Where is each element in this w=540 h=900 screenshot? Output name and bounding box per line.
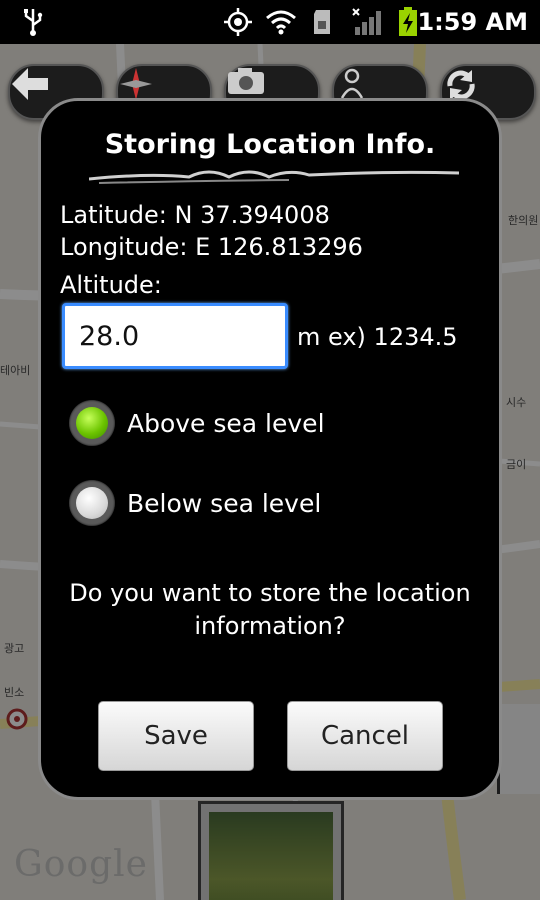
signal-icon bbox=[350, 6, 384, 38]
clock: 1:59 AM bbox=[417, 8, 528, 36]
store-location-dialog: Storing Location Info. Latitude: N 37.39… bbox=[38, 98, 502, 800]
cancel-button[interactable]: Cancel bbox=[287, 701, 443, 771]
radio-below-label: Below sea level bbox=[127, 488, 322, 518]
status-bar: 1:59 AM bbox=[0, 0, 540, 44]
longitude-text: Longitude: E 126.813296 bbox=[60, 233, 363, 261]
radio-selected-icon[interactable] bbox=[69, 400, 115, 446]
radio-above-label: Above sea level bbox=[127, 408, 325, 438]
dialog-title: Storing Location Info. bbox=[104, 129, 436, 160]
wifi-icon bbox=[264, 6, 298, 38]
battery-charging-icon bbox=[396, 6, 420, 38]
radio-above-sea-level[interactable]: Above sea level bbox=[69, 397, 325, 449]
altitude-label: Altitude: bbox=[60, 271, 162, 299]
title-swoosh-decoration bbox=[88, 163, 460, 191]
sdcard-icon bbox=[310, 6, 334, 38]
gps-icon bbox=[222, 6, 254, 38]
altitude-unit-hint: m ex) 1234.5 bbox=[297, 323, 458, 351]
usb-icon bbox=[18, 6, 48, 38]
radio-unselected-icon[interactable] bbox=[69, 480, 115, 526]
save-button[interactable]: Save bbox=[98, 701, 254, 771]
latitude-text: Latitude: N 37.394008 bbox=[60, 201, 330, 229]
radio-below-sea-level[interactable]: Below sea level bbox=[69, 477, 321, 529]
altitude-input[interactable] bbox=[62, 303, 288, 369]
confirm-question: Do you want to store the location inform… bbox=[69, 579, 471, 640]
